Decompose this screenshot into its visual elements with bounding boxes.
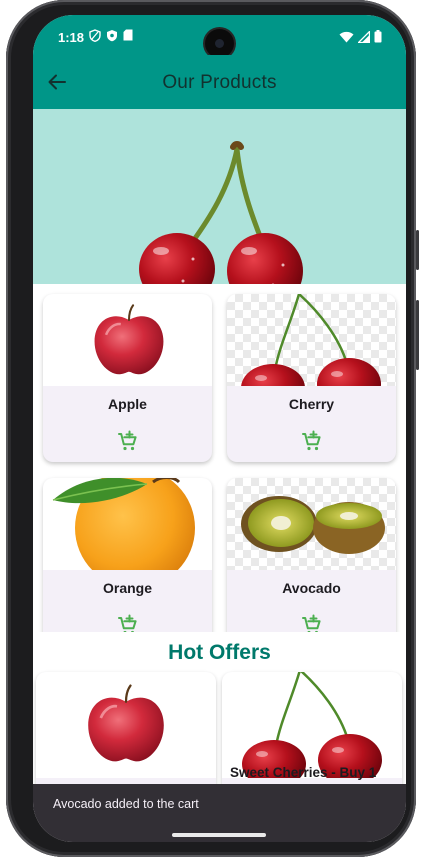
app-bar: Our Products bbox=[33, 55, 406, 109]
product-image-kiwi bbox=[227, 478, 396, 570]
snackbar: Avocado added to the cart bbox=[33, 784, 406, 842]
add-shopping-cart-icon[interactable] bbox=[300, 614, 322, 632]
product-image-cherry bbox=[227, 294, 396, 386]
phone-screen: 1:18 Our Products Apple Cherry Orange Av… bbox=[33, 15, 406, 842]
add-shopping-cart-icon[interactable] bbox=[300, 430, 322, 452]
product-grid: Apple Cherry Orange Avocado bbox=[33, 284, 406, 632]
snackbar-message: Avocado added to the cart bbox=[53, 797, 199, 811]
product-name: Apple bbox=[108, 396, 147, 412]
home-indicator[interactable] bbox=[172, 833, 266, 837]
page-title: Our Products bbox=[162, 72, 277, 93]
power-button bbox=[416, 230, 419, 270]
product-card[interactable]: Orange bbox=[43, 478, 212, 632]
product-name: Orange bbox=[102, 580, 152, 596]
product-card[interactable]: Avocado bbox=[227, 478, 396, 632]
add-shopping-cart-icon[interactable] bbox=[116, 430, 138, 452]
status-right-icons bbox=[339, 30, 382, 43]
hero-cherries-image bbox=[139, 141, 303, 284]
cellular-signal-icon bbox=[358, 30, 370, 43]
product-card[interactable]: Apple bbox=[43, 294, 212, 462]
hot-offers-title: Hot Offers bbox=[168, 641, 271, 664]
status-left-icons bbox=[89, 29, 133, 42]
product-image-apple bbox=[43, 294, 212, 386]
add-shopping-cart-icon[interactable] bbox=[116, 614, 138, 632]
hero-banner bbox=[33, 109, 406, 284]
vpn-shield-icon bbox=[107, 30, 117, 42]
offer-image-cherry bbox=[222, 672, 402, 778]
status-bar: 1:18 bbox=[33, 15, 406, 58]
status-time: 1:18 bbox=[58, 30, 85, 45]
offer-image-apple bbox=[36, 672, 216, 778]
product-card[interactable]: Cherry bbox=[227, 294, 396, 462]
phone-frame: 1:18 Our Products Apple Cherry Orange Av… bbox=[6, 0, 419, 857]
product-image-orange bbox=[43, 478, 212, 570]
product-name: Cherry bbox=[288, 396, 335, 412]
battery-icon bbox=[374, 30, 382, 43]
sd-card-icon bbox=[123, 29, 133, 41]
privacy-shield-icon bbox=[89, 29, 101, 42]
offer-label: Sweet Cherries - Buy 1 bbox=[230, 765, 377, 780]
front-camera bbox=[205, 29, 234, 58]
product-name: Avocado bbox=[282, 580, 341, 596]
wifi-icon bbox=[339, 31, 354, 42]
volume-button bbox=[416, 300, 419, 370]
